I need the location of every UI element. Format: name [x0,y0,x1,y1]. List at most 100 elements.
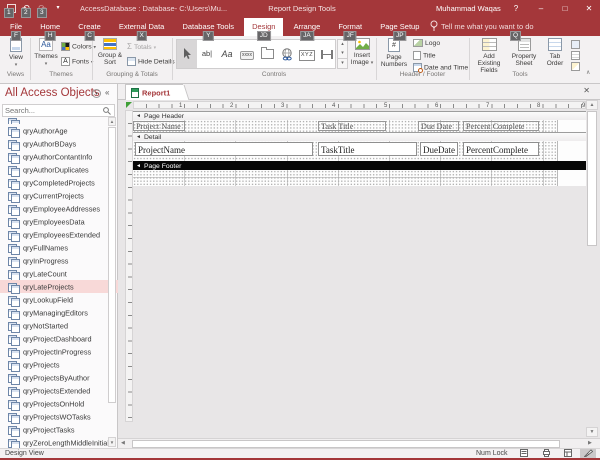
header-label-due-date[interactable]: Due Date [418,121,459,131]
tab-create[interactable]: CreateC [70,18,109,36]
hyperlink-control[interactable] [277,40,297,68]
search-input[interactable] [5,105,101,116]
logo-button[interactable]: Logo [413,39,440,50]
convert-macros-icon[interactable] [571,62,580,71]
list-item[interactable]: qryNotStarted [0,319,118,332]
list-item[interactable]: qryProjectsExtended [0,384,118,397]
tell-me-box[interactable]: Tell me what you want to do Q [430,18,534,36]
nav-scroll-down[interactable]: ▼ [108,437,116,447]
textbox-due-date[interactable]: DueDate [420,142,458,156]
tab-home[interactable]: HomeH [32,18,68,36]
list-item[interactable]: qryFullNames [0,241,118,254]
totals-button[interactable]: ΣTotals ▾ [127,42,156,53]
page-numbers-button[interactable]: # Page Numbers [379,38,409,68]
list-item[interactable]: qryLookupField [0,293,118,306]
gallery-scroll-up[interactable]: ▴ [338,40,347,49]
account-user-name[interactable]: Muhammad Waqas [436,4,501,13]
list-item[interactable]: qryAuthorBDays [0,137,118,150]
page-footer-band[interactable] [133,170,586,186]
list-item[interactable]: qryProjectTasks [0,423,118,436]
list-item[interactable]: qryZeroLengthMiddleInitial [0,436,118,448]
tab-arrange[interactable]: ArrangeJA [286,18,329,36]
title-button[interactable]: Title [413,51,436,62]
list-item[interactable]: qryProjectsByAuthor [0,371,118,384]
list-item[interactable]: qryEmployeesExtended [0,228,118,241]
document-close-icon[interactable]: ✕ [583,86,590,95]
tab-control[interactable] [257,40,277,68]
layout-view-button[interactable] [560,449,576,458]
list-item[interactable]: qryManagingEditors [0,306,118,319]
tab-external-data[interactable]: External DataX [111,18,172,36]
canvas-scroll-up[interactable]: ▲ [586,100,598,110]
tab-page-setup[interactable]: Page SetupJP [372,18,427,36]
tab-format[interactable]: FormatJF [330,18,370,36]
canvas-scroll-right[interactable]: ▶ [588,440,592,446]
group-sort-button[interactable]: Group & Sort [95,38,125,66]
insert-image-button[interactable]: Insert Image ▾ [350,38,374,67]
gallery-scroll-down[interactable]: ▾ [338,49,347,58]
tab-design[interactable]: DesignJD [244,18,283,36]
textbox-project-name[interactable]: ProjectName [135,142,313,156]
nav-menu-icon[interactable]: ▾ [92,89,101,98]
list-item-selected[interactable]: qryLateProjects [0,280,118,293]
page-header-band[interactable]: Project Name Task Title Due Date Percent… [133,120,586,132]
header-label-project-name[interactable]: Project Name [133,121,185,131]
colors-button[interactable]: Colors ▾ [61,42,96,53]
hide-details-button[interactable]: Hide Details [127,57,175,68]
close-button[interactable]: ✕ [578,0,600,18]
print-preview-button[interactable] [538,449,554,458]
list-item[interactable]: qryCompletedProjects [0,176,118,189]
canvas-vscroll-thumb[interactable] [587,111,597,246]
detail-band[interactable]: ProjectName TaskTitle DueDate PercentCom… [133,141,586,161]
report-selector-corner[interactable] [126,102,132,108]
header-label-task-title[interactable]: Task Title [318,121,386,131]
shutter-close-icon[interactable]: « [105,88,109,97]
property-sheet-button[interactable]: Property Sheet [508,38,540,67]
unbound-object-frame-control[interactable]: XYZ [297,40,317,68]
page-footer-section-bar[interactable]: ◄Page Footer [133,161,586,170]
text-box-control[interactable]: ab| [197,40,217,68]
themes-button[interactable]: Aa Themes▾ [33,38,59,68]
collapse-ribbon-icon[interactable]: ∧ [586,69,590,76]
list-item[interactable]: qryCurrentProjects [0,189,118,202]
textbox-percent-complete[interactable]: PercentComplete [463,142,539,156]
subreport-in-new-window-icon[interactable] [571,40,580,49]
button-control[interactable]: xxxx [237,40,257,68]
label-control[interactable]: Aa [217,40,237,68]
list-item[interactable]: qryEmployeesData [0,215,118,228]
tab-order-button[interactable]: Tab Order [542,38,568,67]
detail-section-bar[interactable]: ◄Detail [133,132,586,141]
view-button[interactable]: View▾ [3,38,29,69]
list-item[interactable]: qryProjectInProgress [0,345,118,358]
help-button[interactable]: ? [505,0,527,18]
list-item[interactable]: qryProjects [0,358,118,371]
view-code-icon[interactable] [571,51,580,60]
canvas-scroll-down[interactable]: ▼ [586,427,598,437]
gallery-more-button[interactable]: ▾ [338,58,347,68]
textbox-task-title[interactable]: TaskTitle [318,142,417,156]
canvas-scroll-left[interactable]: ◀ [121,440,125,446]
document-tab-report1[interactable]: Report1 [125,84,183,100]
tab-database-tools[interactable]: Database ToolsY [174,18,242,36]
search-icon[interactable] [103,107,111,115]
nav-scroll-up[interactable]: ▲ [108,117,116,126]
list-item[interactable]: qryAuthorAge [0,124,118,137]
list-item[interactable]: qryProjectsOnHold [0,397,118,410]
select-pointer-control[interactable] [177,40,197,68]
canvas-hscroll-thumb[interactable] [132,440,560,448]
list-item[interactable]: qryLateCount [0,267,118,280]
design-view-button[interactable] [580,449,596,458]
minimize-button[interactable]: – [530,0,552,18]
page-header-section-bar[interactable]: ◄Page Header [133,111,586,120]
maximize-button[interactable]: □ [554,0,576,18]
horizontal-ruler[interactable]: 1 2 3 4 5 6 7 8 9 [133,101,586,109]
list-item[interactable]: qryAuthorDuplicates [0,163,118,176]
fonts-button[interactable]: AFonts ▾ [61,57,93,68]
qat-customize-icon[interactable]: ▾ [52,3,64,14]
list-item[interactable]: qryAuthorContantInfo [0,150,118,163]
header-label-percent-complete[interactable]: Percent Complete [463,121,539,131]
nav-scroll-thumb[interactable] [108,127,116,403]
list-item[interactable]: qryEmployeeAddresses [0,202,118,215]
list-item[interactable]: qryProjectsWOTasks [0,410,118,423]
report-view-button[interactable] [516,449,532,458]
